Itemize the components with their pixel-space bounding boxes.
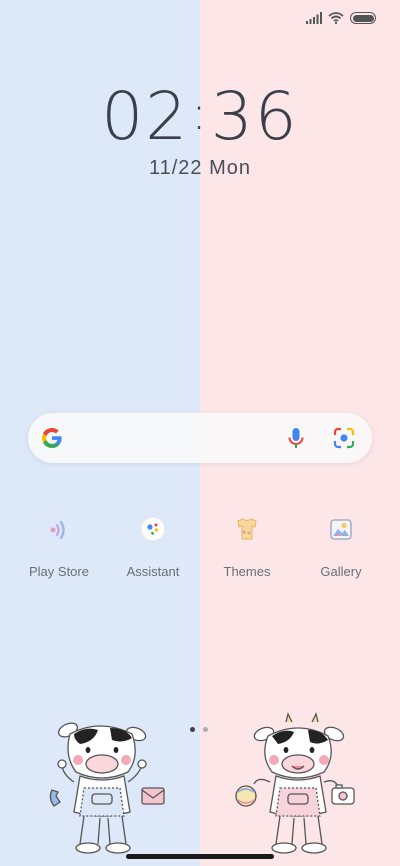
app-themes[interactable]: Themes — [202, 512, 292, 579]
app-label: Play Store — [29, 564, 89, 579]
lockscreen-clock[interactable]: 02:36 — [0, 78, 400, 155]
google-lens-icon[interactable] — [333, 427, 355, 454]
themes-icon — [230, 512, 264, 546]
microphone-icon[interactable] — [286, 426, 306, 455]
app-play-store[interactable]: Play Store — [14, 512, 104, 579]
app-label: Themes — [223, 564, 271, 579]
play-store-icon — [42, 512, 76, 546]
google-logo-icon — [40, 426, 64, 455]
battery-level — [352, 14, 374, 22]
page-dot-active — [190, 727, 195, 732]
clock-minutes: 36 — [210, 78, 299, 155]
app-assistant[interactable]: Assistant — [108, 512, 198, 579]
app-label: Assistant — [126, 564, 180, 579]
battery-icon — [350, 12, 376, 24]
cow-illustration-left — [44, 712, 174, 865]
clock-hours: 02 — [101, 78, 190, 155]
google-search-bar[interactable] — [28, 413, 372, 463]
status-bar — [306, 12, 376, 24]
app-label: Gallery — [320, 564, 362, 579]
cow-illustration-right — [228, 712, 360, 865]
signal-icon — [306, 12, 322, 24]
clock-separator: : — [191, 86, 209, 140]
page-indicator — [190, 727, 208, 732]
gallery-icon — [324, 512, 358, 546]
assistant-icon — [136, 512, 170, 546]
page-dot — [203, 727, 208, 732]
home-gesture-bar[interactable] — [126, 854, 274, 859]
app-gallery[interactable]: Gallery — [296, 512, 386, 579]
wifi-icon — [328, 12, 344, 24]
date-label[interactable]: 11/22 Mon — [0, 157, 400, 180]
